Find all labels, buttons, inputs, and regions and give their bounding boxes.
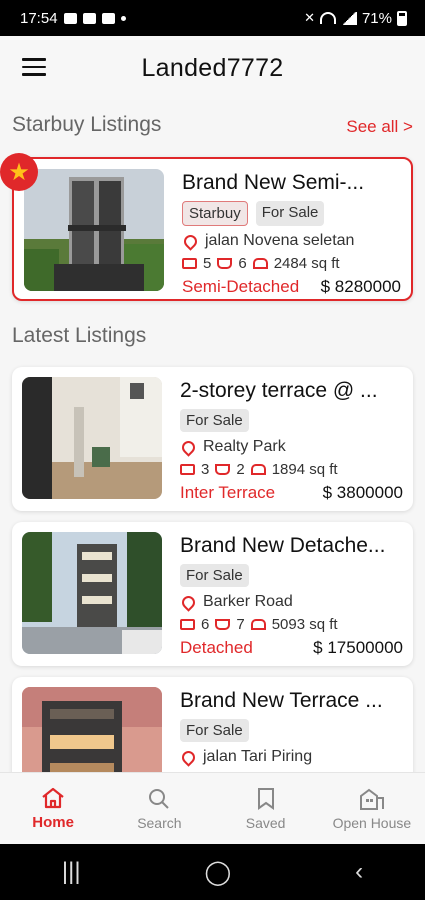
listing-photo [22,532,162,654]
bed-count: 6 [201,616,210,633]
listing-price: $ 17500000 [313,638,403,657]
floor-area: 5093 sq ft [271,616,338,633]
gallery-notification-icon [63,12,77,24]
nav-search-label: Search [137,814,182,831]
nav-home[interactable]: Home [3,786,103,831]
listing-photo [24,169,164,291]
wifi-icon [319,12,336,24]
bath-icon [215,619,231,630]
listing-location: Realty Park [203,438,286,455]
starbuy-listing-card[interactable]: Brand New Semi-... Starbuy For Sale jala… [12,157,413,301]
listing-card[interactable]: 2-storey terrace @ ... For Sale Realty P… [12,367,413,511]
bottom-navigation: Home Search Saved Open House [0,772,425,844]
bed-icon [182,258,197,269]
see-all-link[interactable]: See all > [346,117,413,137]
open-house-icon [359,787,385,811]
home-icon [40,786,66,810]
listing-photo [22,377,162,499]
nav-saved-label: Saved [245,814,286,831]
location-pin-icon [179,747,198,767]
notification-dot-icon [120,15,126,21]
bath-count: 2 [236,461,245,478]
bookmark-icon [253,787,279,811]
listing-title: Brand New Semi-... [182,171,365,194]
bath-count: 7 [236,616,245,633]
battery-icon [397,10,407,26]
status-bar: 17:54 ✕ 71% [0,0,425,36]
for-sale-tag: For Sale [180,719,249,742]
listing-location: Barker Road [203,593,293,610]
listing-title: 2-storey terrace @ ... [180,379,378,402]
location-pin-icon [179,437,198,457]
area-icon [250,464,266,475]
mail-notification-icon [101,12,115,24]
bed-icon [180,619,195,630]
nav-saved[interactable]: Saved [216,787,316,831]
listing-title: Brand New Terrace ... [180,689,383,712]
listing-card[interactable]: Brand New Detache... For Sale Barker Roa… [12,522,413,666]
starbuy-tag: Starbuy [182,201,248,226]
starbuy-section-title: Starbuy Listings [12,113,162,136]
floor-area: 1894 sq ft [271,461,338,478]
system-navigation-bar: ||| ◯ ‹ [0,844,425,900]
latest-section-title: Latest Listings [12,324,147,347]
floor-area: 2484 sq ft [273,255,340,272]
listing-location: jalan Novena seletan [205,232,355,249]
nav-home-label: Home [32,814,74,831]
home-circle-icon[interactable]: ◯ [204,858,231,887]
area-icon [252,258,268,269]
listing-price: $ 3800000 [322,483,403,502]
app-bar: Landed7772 [0,36,425,100]
message-notification-icon [82,12,96,24]
bath-icon [217,258,233,269]
star-icon: ★ [0,153,38,191]
listing-title: Brand New Detache... [180,534,386,557]
mute-icon: ✕ [304,10,315,25]
battery-percent: 71% [361,9,392,27]
property-type: Detached [180,638,253,657]
location-pin-icon [181,231,200,251]
area-icon [250,619,266,630]
for-sale-tag: For Sale [255,201,325,226]
back-icon[interactable]: ‹ [355,858,363,886]
listing-price: $ 8280000 [320,277,401,296]
bed-icon [180,464,195,475]
nav-open-house-label: Open House [332,814,412,831]
status-time: 17:54 [20,9,58,27]
for-sale-tag: For Sale [180,409,249,432]
for-sale-tag: For Sale [180,564,249,587]
nav-search[interactable]: Search [109,787,209,831]
app-title: Landed7772 [141,53,284,82]
search-icon [146,787,172,811]
property-type: Semi-Detached [182,277,300,296]
nav-open-house[interactable]: Open House [322,787,422,831]
bed-count: 3 [201,461,210,478]
property-type: Inter Terrace [180,483,276,502]
bath-count: 6 [238,255,247,272]
location-pin-icon [179,592,198,612]
bath-icon [215,464,231,475]
signal-icon [340,11,357,25]
menu-icon[interactable] [22,58,46,78]
bed-count: 5 [203,255,212,272]
listing-location: jalan Tari Piring [203,748,313,765]
recent-apps-icon[interactable]: ||| [62,858,81,886]
